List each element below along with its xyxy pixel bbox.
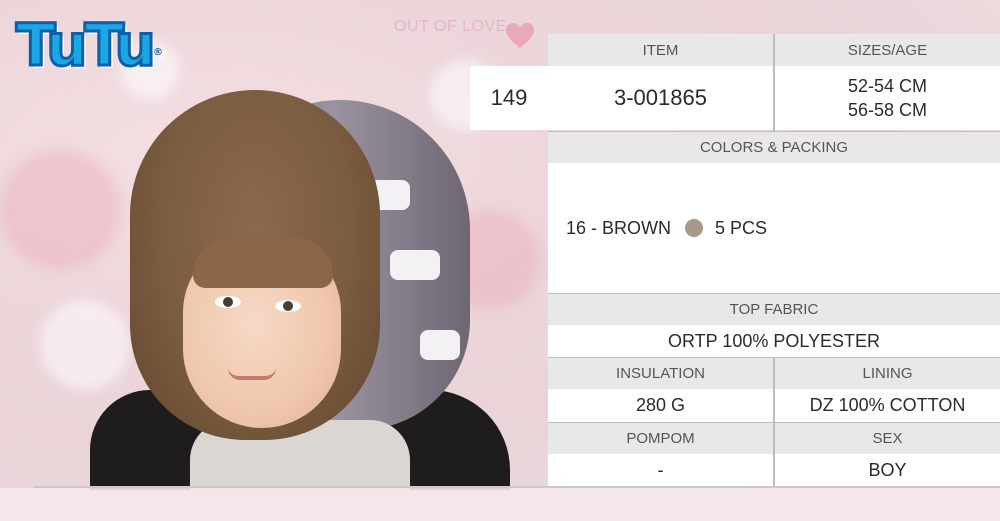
divider: [773, 358, 775, 486]
packing-value: 5 PCS: [715, 217, 768, 238]
sex-header: SEX: [775, 423, 1000, 454]
child-face: [183, 238, 341, 428]
item-code: 3-001865: [548, 66, 773, 130]
brand-logo: TuTu ®: [15, 11, 163, 84]
color-swatch: [685, 219, 704, 237]
top-fabric-header: TOP FABRIC: [548, 294, 1000, 325]
hair: [193, 238, 333, 288]
bottom-band: [0, 488, 1000, 521]
divider: [548, 293, 1000, 294]
mouth: [228, 368, 276, 380]
pompom-value: -: [548, 454, 773, 486]
colors-packing-cell: 16 - BROWN 5 PCS: [548, 163, 1000, 293]
logo-text: TuTu: [15, 11, 158, 79]
insulation-header: INSULATION: [548, 358, 773, 389]
tagline: OUT OF LOVE FOR KIDS: [394, 18, 507, 54]
insulation-value: 280 G: [548, 389, 773, 422]
eye: [275, 300, 301, 312]
lining-header: LINING: [775, 358, 1000, 389]
tagline-line2: FOR KIDS: [394, 36, 494, 53]
star-print: [420, 330, 460, 360]
tagline-line1: OUT OF LOVE: [394, 18, 507, 35]
product-photo: [80, 90, 550, 490]
registered-mark: ®: [152, 47, 163, 58]
color-label: 16 - BROWN: [566, 217, 672, 238]
top-fabric-value: ORTP 100% POLYESTER: [548, 325, 1000, 357]
colors-packing-header: COLORS & PACKING: [548, 132, 1000, 163]
pompom-header: POMPOM: [548, 423, 773, 454]
sex-value: BOY: [775, 454, 1000, 486]
product-number: 149: [470, 66, 548, 130]
item-header: ITEM: [548, 34, 773, 66]
lining-value: DZ 100% COTTON: [775, 389, 1000, 422]
divider: [548, 131, 1000, 132]
eye: [215, 296, 241, 308]
sizes-header: SIZES/AGE: [775, 34, 1000, 66]
sizes-cell: 52-54 CM 56-58 CM: [775, 66, 1000, 130]
size-value: 56-58 CM: [847, 100, 928, 120]
heart-icon: [506, 22, 534, 49]
divider: [773, 34, 775, 131]
star-print: [390, 250, 440, 280]
size-value: 52-54 CM: [847, 76, 928, 96]
